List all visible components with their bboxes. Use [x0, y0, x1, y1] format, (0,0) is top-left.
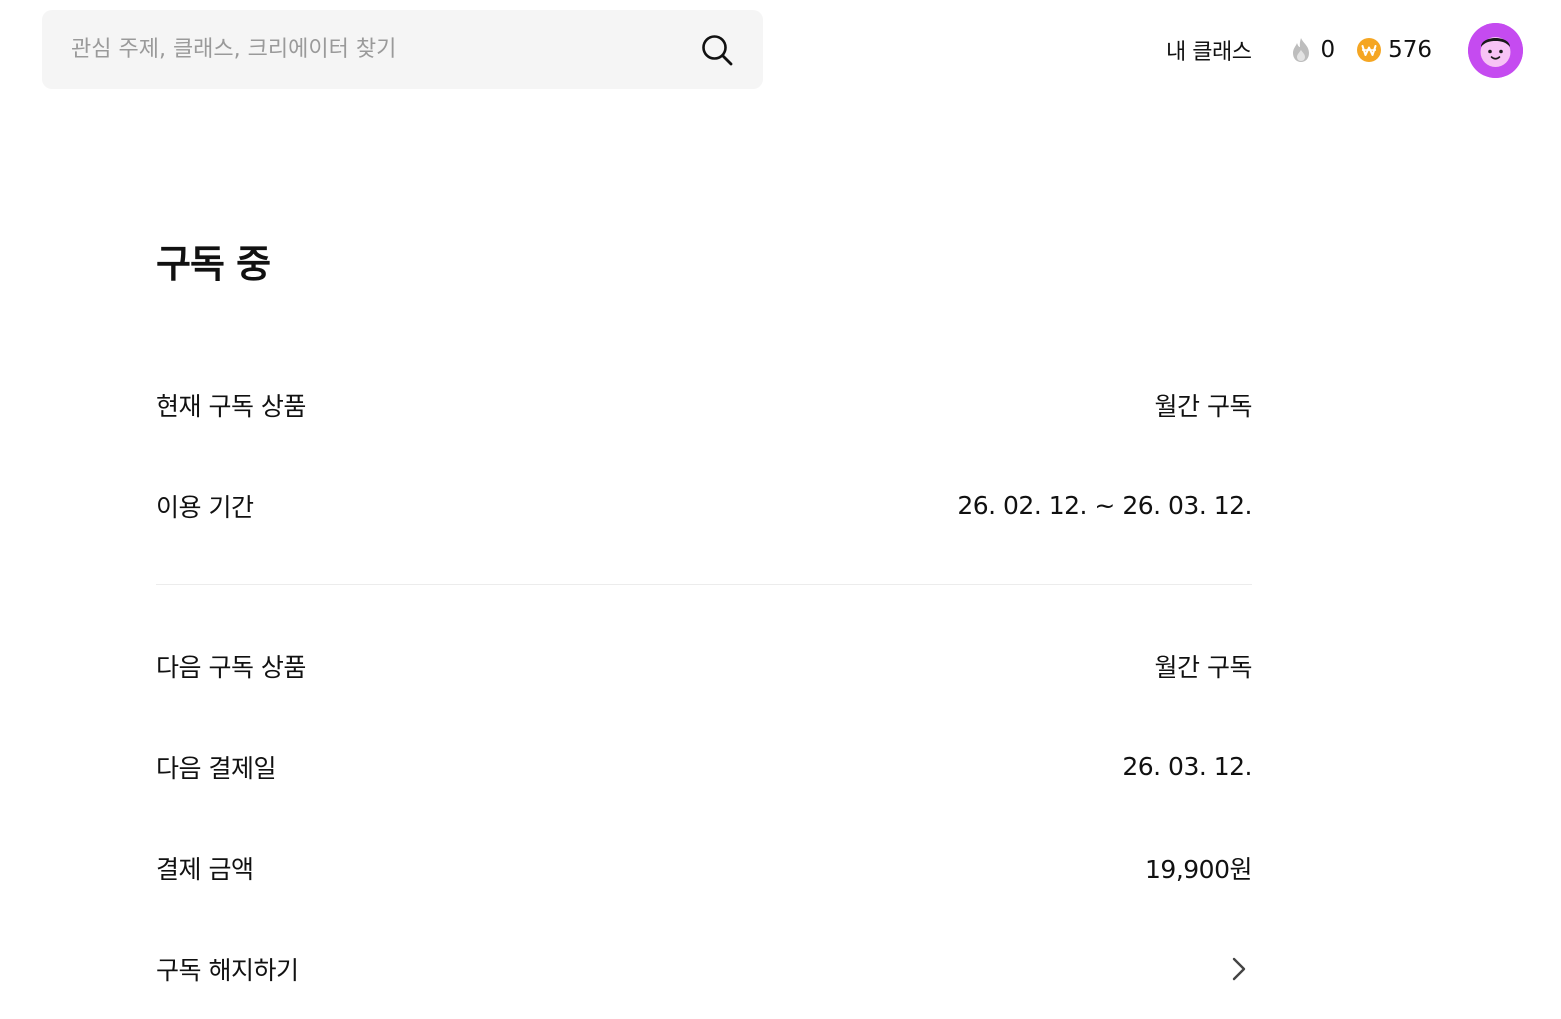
fire-count: 0: [1320, 37, 1336, 63]
usage-period-label: 이용 기간: [156, 492, 254, 522]
page-title: 구독 중: [156, 242, 271, 286]
next-subscription-section: 다음 구독 상품 월간 구독 다음 결제일 26. 03. 12. 결제 금액 …: [156, 615, 1253, 1019]
next-product-value: 월간 구독: [1154, 652, 1253, 682]
payment-amount-row: 결제 금액 19,900원: [156, 817, 1252, 918]
avatar[interactable]: [1468, 22, 1523, 78]
header-actions: 내 클래스 0 576: [1166, 22, 1523, 78]
my-class-link[interactable]: 내 클래스: [1166, 34, 1252, 66]
usage-period-row: 이용 기간 26. 02. 12. ~ 26. 03. 12.: [156, 455, 1252, 556]
avatar-face-icon: [1468, 22, 1523, 78]
fire-counter[interactable]: 0: [1289, 37, 1335, 63]
won-coin-icon: [1357, 38, 1382, 62]
next-product-label: 다음 구독 상품: [156, 652, 306, 682]
search-bar[interactable]: [42, 10, 763, 89]
next-payment-date-label: 다음 결제일: [156, 753, 276, 783]
fire-icon: [1289, 38, 1313, 62]
cancel-subscription-label: 구독 해지하기: [156, 955, 299, 985]
current-product-label: 현재 구독 상품: [156, 391, 306, 421]
payment-amount-label: 결제 금액: [156, 854, 254, 884]
payment-amount-value: 19,900원: [1145, 854, 1252, 884]
next-product-row: 다음 구독 상품 월간 구독: [156, 615, 1253, 716]
next-payment-date-value: 26. 03. 12.: [1122, 752, 1252, 781]
search-icon[interactable]: [699, 32, 735, 68]
section-divider: [156, 584, 1252, 585]
coin-counter[interactable]: 576: [1357, 37, 1432, 63]
subscription-panel: 구독 중 현재 구독 상품 월간 구독 이용 기간 26. 02. 12. ~ …: [156, 230, 1253, 1019]
current-product-row: 현재 구독 상품 월간 구독: [156, 354, 1253, 455]
coin-count: 576: [1388, 37, 1432, 63]
cancel-subscription-button[interactable]: 구독 해지하기: [156, 918, 1252, 1019]
next-payment-date-row: 다음 결제일 26. 03. 12.: [156, 716, 1252, 817]
search-input[interactable]: [71, 37, 699, 62]
current-subscription-section: 현재 구독 상품 월간 구독 이용 기간 26. 02. 12. ~ 26. 0…: [156, 354, 1253, 556]
top-header: 내 클래스 0 576: [0, 0, 1561, 100]
current-product-value: 월간 구독: [1154, 391, 1253, 421]
chevron-right-icon: [1224, 955, 1252, 983]
usage-period-value: 26. 02. 12. ~ 26. 03. 12.: [957, 491, 1252, 520]
